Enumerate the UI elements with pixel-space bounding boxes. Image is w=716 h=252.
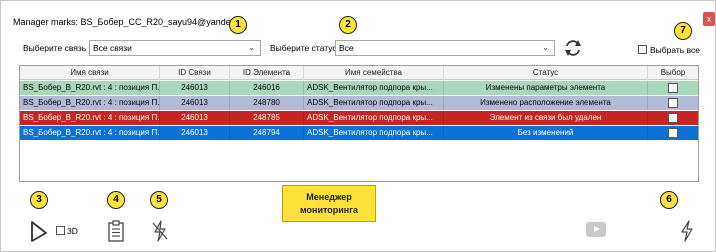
header-link-name[interactable]: Имя связи [20, 66, 160, 80]
header-element-id[interactable]: ID Элемента [230, 66, 304, 80]
close-icon: x [706, 14, 712, 24]
cell-link-name: BS_Бобер_B_R20.rvt : 4 : позиция П... [20, 126, 160, 140]
lightning-icon[interactable] [677, 219, 697, 243]
cell-select [648, 96, 698, 110]
header-family-name[interactable]: Имя семейства [304, 66, 444, 80]
3d-label: 3D [67, 225, 78, 236]
table-row[interactable]: BS_Бобер_B_R20.rvt : 4 : позиция П... 24… [20, 96, 698, 110]
cell-family-name: ADSK_Вентилятор подпора кры... [304, 111, 444, 125]
cell-status: Без изменений [444, 126, 648, 140]
cell-select [648, 111, 698, 125]
status-select[interactable]: Все ⌄ [335, 40, 555, 56]
badge-7: 7 [674, 22, 692, 40]
badge-4: 4 [107, 191, 125, 209]
cell-element-id: 248794 [230, 126, 304, 140]
cell-element-id: 248785 [230, 111, 304, 125]
chevron-down-icon: ⌄ [248, 43, 255, 52]
links-table: Имя связи ID Связи ID Элемента Имя семей… [19, 65, 699, 182]
table-row[interactable]: BS_Бобер_B_R20.rvt : 4 : позиция П... 24… [20, 111, 698, 125]
row-checkbox[interactable] [668, 98, 678, 109]
row-checkbox[interactable] [668, 83, 678, 94]
manager-marks-window: Manager marks: BS_Бобер_CC_R20_sayu94@ya… [0, 0, 716, 252]
table-row[interactable]: BS_Бобер_B_R20.rvt : 4 : позиция П... 24… [20, 126, 698, 140]
cell-family-name: ADSK_Вентилятор подпора кры... [304, 126, 444, 140]
chevron-down-icon: ⌄ [542, 43, 549, 52]
cell-link-name: BS_Бобер_B_R20.rvt : 4 : позиция П... [20, 111, 160, 125]
header-link-id[interactable]: ID Связи [160, 66, 230, 80]
link-select-label: Выберите связь [23, 43, 87, 53]
table-row[interactable]: BS_Бобер_B_R20.rvt : 4 : позиция П... 24… [20, 81, 698, 95]
cell-select [648, 81, 698, 95]
youtube-icon[interactable] [586, 222, 606, 237]
badge-5: 5 [150, 191, 168, 209]
manager-line-2: мониторинга [299, 205, 358, 215]
status-select-label: Выберите статус [270, 43, 337, 53]
cell-status: Изменены параметры элемента [444, 81, 648, 95]
select-all-label: Выбрать все [650, 44, 700, 55]
cell-family-name: ADSK_Вентилятор подпора кры... [304, 96, 444, 110]
table-header: Имя связи ID Связи ID Элемента Имя семей… [20, 66, 698, 80]
window-title: Manager marks: BS_Бобер_CC_R20_sayu94@ya… [13, 17, 246, 27]
clipboard-list-icon[interactable] [106, 219, 126, 243]
close-button[interactable]: x [703, 12, 715, 26]
cell-element-id: 246016 [230, 81, 304, 95]
manager-monitoring-callout: Менеджер мониторинга [282, 185, 376, 222]
select-all-box[interactable] [638, 45, 647, 55]
header-status[interactable]: Статус [444, 66, 648, 80]
3d-checkbox[interactable]: 3D [56, 225, 78, 236]
cell-select [648, 126, 698, 140]
manager-line-1: Менеджер [306, 192, 352, 202]
link-select-value: Все связи [93, 43, 132, 53]
row-checkbox[interactable] [668, 128, 678, 139]
status-select-value: Все [339, 43, 354, 53]
badge-3: 3 [30, 191, 48, 209]
cell-link-id: 246013 [160, 81, 230, 95]
row-checkbox[interactable] [668, 113, 678, 124]
cell-link-id: 246013 [160, 111, 230, 125]
refresh-icon[interactable] [562, 37, 584, 59]
cursor-arrow-icon[interactable] [28, 220, 50, 244]
badge-6: 6 [660, 191, 678, 209]
cell-link-id: 246013 [160, 96, 230, 110]
select-all-checkbox[interactable]: Выбрать все [638, 44, 700, 55]
cell-family-name: ADSK_Вентилятор подпора кры... [304, 81, 444, 95]
badge-2: 2 [339, 16, 357, 34]
cell-link-name: BS_Бобер_B_R20.rvt : 4 : позиция П... [20, 96, 160, 110]
lightning-off-icon[interactable] [150, 219, 170, 243]
link-select[interactable]: Все связи ⌄ [89, 40, 261, 56]
cell-status: Изменено расположение элемента [444, 96, 648, 110]
cell-element-id: 248780 [230, 96, 304, 110]
cell-status: Элемент из связи был удален [444, 111, 648, 125]
3d-box[interactable] [56, 226, 65, 236]
cell-link-id: 246013 [160, 126, 230, 140]
header-select[interactable]: Выбор [648, 66, 698, 80]
cell-link-name: BS_Бобер_B_R20.rvt : 4 : позиция П... [20, 81, 160, 95]
badge-1: 1 [229, 16, 247, 34]
